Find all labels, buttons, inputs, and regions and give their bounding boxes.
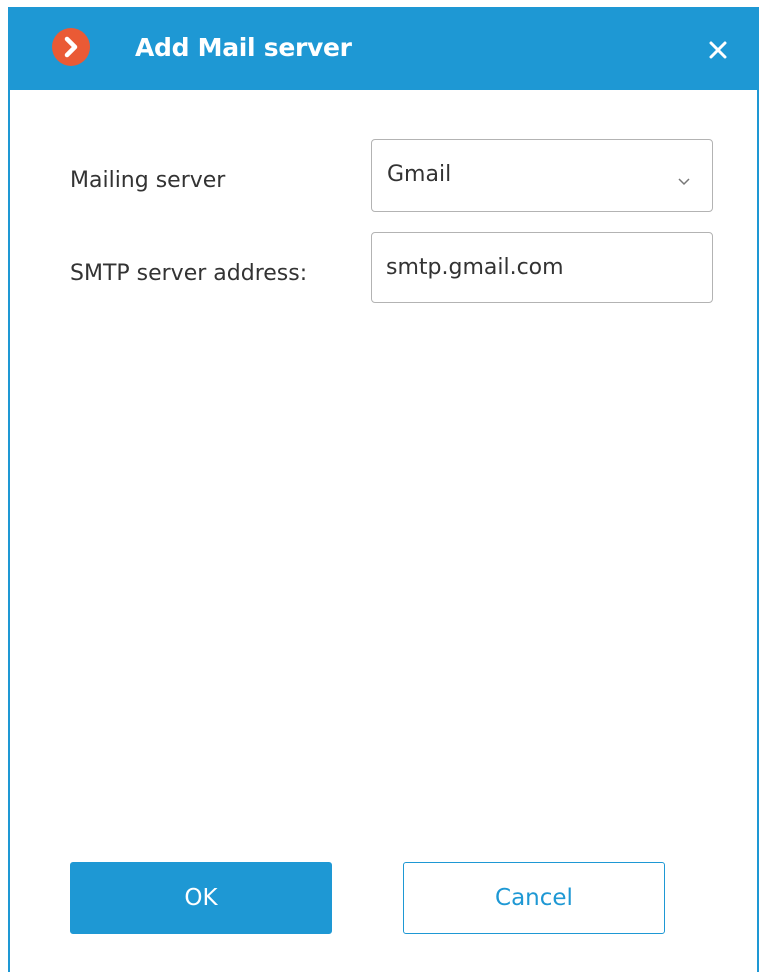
smtp-server-address-label: SMTP server address: [70,261,308,286]
dialog-title: Add Mail server [135,33,352,62]
chevron-down-icon [677,171,691,186]
smtp-server-address-input[interactable] [371,232,713,303]
add-mail-server-dialog: Add Mail server Mailing server Gmail SMT… [8,7,759,972]
title-bar: Add Mail server [8,7,759,90]
mailing-server-value: Gmail [387,162,452,187]
cancel-button[interactable]: Cancel [403,862,665,934]
ok-button[interactable]: OK [70,862,332,934]
chevron-right-icon [52,28,90,66]
close-icon[interactable] [698,30,738,70]
mailing-server-select[interactable]: Gmail [371,139,713,212]
mailing-server-label: Mailing server [70,168,226,193]
